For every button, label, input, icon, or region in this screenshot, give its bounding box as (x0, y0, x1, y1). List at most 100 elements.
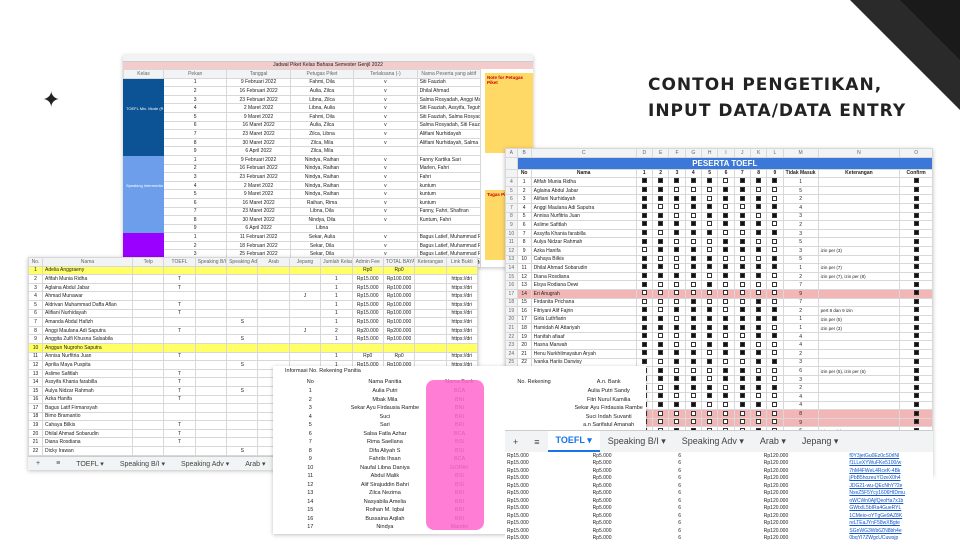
attendance-checkbox[interactable] (635, 202, 653, 213)
attendance-checkbox[interactable] (749, 202, 768, 213)
cell[interactable] (320, 342, 353, 353)
checkbox[interactable] (772, 247, 778, 253)
attendance-checkbox[interactable] (700, 271, 719, 282)
checkbox[interactable] (756, 281, 762, 287)
checkbox[interactable] (739, 376, 745, 382)
checkbox[interactable] (707, 273, 713, 279)
cell[interactable]: Libna, Aulia (289, 103, 355, 113)
checkbox[interactable] (690, 187, 696, 193)
checkbox[interactable] (674, 393, 680, 399)
attendance-checkbox[interactable] (668, 331, 686, 342)
cell[interactable]: 6 (782, 366, 819, 376)
attendance-checkbox[interactable] (684, 366, 702, 376)
row-num[interactable]: 22 (505, 331, 518, 342)
cell[interactable]: v (353, 172, 418, 182)
cell[interactable] (131, 317, 165, 327)
checkbox[interactable] (674, 187, 680, 193)
cell[interactable]: 9 (782, 288, 819, 299)
attendance-checkbox[interactable] (717, 392, 735, 402)
attendance-checkbox[interactable] (733, 297, 751, 308)
checkbox[interactable] (772, 384, 778, 390)
cell[interactable]: 2 (162, 163, 228, 174)
checkbox[interactable] (674, 298, 680, 304)
cell[interactable]: Amanda Abdul Hafizh (42, 317, 133, 327)
attendance-checkbox[interactable] (700, 417, 719, 428)
checkbox[interactable] (913, 410, 919, 416)
cell[interactable] (163, 446, 196, 456)
attendance-checkbox[interactable] (733, 245, 751, 256)
cell[interactable]: https://dri (445, 282, 478, 293)
cell[interactable]: Assyifa Khania farabilla (42, 377, 133, 387)
cell[interactable]: 1 (782, 263, 819, 273)
column-letter[interactable]: B (516, 148, 532, 158)
cell[interactable] (414, 265, 447, 276)
attendance-checkbox[interactable] (700, 374, 719, 385)
cell[interactable]: T (163, 325, 196, 336)
cell[interactable]: 17 (273, 523, 348, 532)
cell[interactable]: Afifah Munia Ridha (530, 177, 637, 187)
confirm-checkbox[interactable] (899, 357, 933, 368)
checkbox[interactable] (772, 359, 778, 364)
checkbox[interactable] (707, 419, 713, 425)
header-cell[interactable]: Link Bukti (445, 257, 478, 267)
cell[interactable]: 4 (782, 331, 819, 342)
cell[interactable]: 7 (162, 206, 228, 217)
cell[interactable]: Rp120.000 (762, 520, 848, 528)
attendance-checkbox[interactable] (651, 211, 670, 222)
attendance-checkbox[interactable] (635, 271, 653, 282)
checkbox[interactable] (641, 204, 647, 210)
schedule-sheet[interactable]: Jadwal Piket Kelas Bahasa Semester Genji… (123, 55, 533, 267)
cell[interactable]: kuntum (416, 180, 482, 191)
cell[interactable] (226, 351, 259, 362)
checkbox[interactable] (707, 290, 713, 296)
cell[interactable]: Sekar Ayu Firdausia Rambe (348, 404, 423, 413)
cell[interactable]: Aulia Putri Sandy (571, 387, 646, 396)
cell[interactable]: Rp5.000 (591, 460, 677, 468)
checkbox[interactable] (641, 298, 647, 304)
checkbox[interactable] (772, 316, 778, 321)
checkbox[interactable] (658, 410, 664, 416)
confirm-checkbox[interactable] (899, 409, 933, 419)
attendance-checkbox[interactable] (700, 340, 719, 351)
header-cell[interactable]: 1 (635, 168, 653, 179)
cell[interactable] (131, 360, 165, 370)
cell[interactable]: reLTEaJYnF58wXBgte (847, 520, 933, 528)
cell[interactable] (416, 223, 482, 234)
cell[interactable] (288, 265, 322, 276)
cell[interactable]: kuntum (416, 197, 482, 208)
checkbox[interactable] (674, 195, 680, 201)
checkbox[interactable] (739, 419, 745, 425)
cell[interactable]: f0Y3jetGu0Ez0cS0rlNl (847, 452, 933, 460)
cell[interactable]: Nindya (348, 523, 423, 532)
checkbox[interactable] (658, 204, 664, 210)
cell[interactable] (320, 265, 353, 276)
cell[interactable]: Rp100.000 (382, 274, 416, 284)
cell[interactable]: Aulia Putri (348, 387, 423, 396)
attendance-checkbox[interactable] (717, 202, 735, 213)
confirm-checkbox[interactable] (899, 177, 933, 187)
cell[interactable] (257, 351, 290, 362)
attendance-checkbox[interactable] (733, 323, 751, 333)
cell[interactable] (817, 409, 901, 419)
checkbox[interactable] (756, 195, 762, 201)
cell[interactable] (382, 342, 416, 353)
attendance-checkbox[interactable] (766, 254, 784, 265)
cell[interactable] (353, 223, 418, 234)
checkbox[interactable] (772, 264, 778, 270)
cell[interactable]: Sekar Ayu Firdausia Rambe (571, 404, 646, 413)
checkbox[interactable] (723, 187, 729, 193)
checkbox[interactable] (913, 402, 919, 407)
class-cell[interactable] (123, 215, 164, 225)
checkbox[interactable] (707, 359, 713, 364)
checkbox[interactable] (674, 178, 680, 184)
cell[interactable]: 4 (516, 202, 532, 213)
checkbox[interactable] (756, 307, 762, 313)
cell[interactable] (414, 325, 447, 336)
attendance-checkbox[interactable] (668, 383, 686, 394)
attendance-checkbox[interactable] (733, 392, 751, 402)
attendance-checkbox[interactable] (668, 297, 686, 308)
checkbox[interactable] (772, 410, 778, 416)
checkbox[interactable] (658, 187, 664, 193)
checkbox[interactable] (739, 384, 745, 390)
cell[interactable]: 13 (516, 280, 532, 290)
